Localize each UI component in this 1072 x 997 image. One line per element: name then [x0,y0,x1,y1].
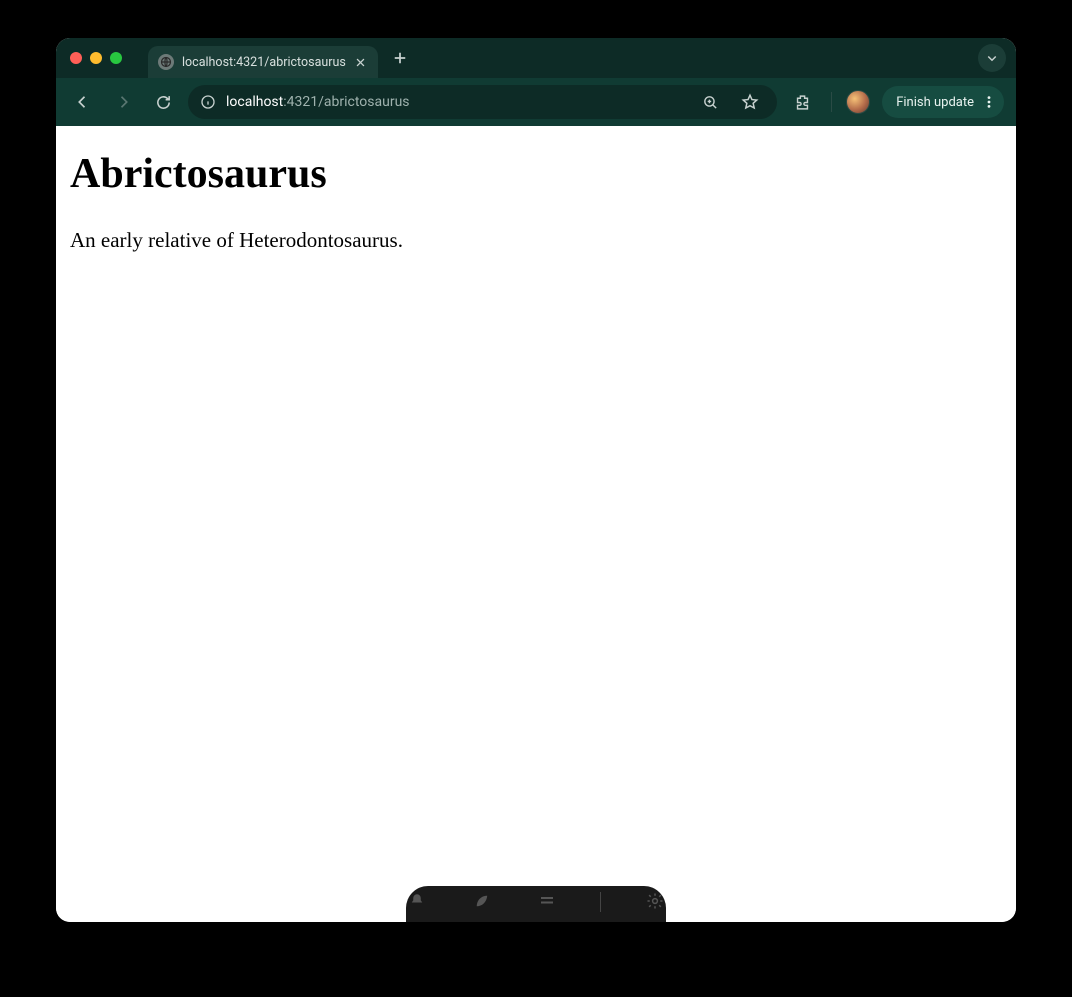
page-paragraph: An early relative of Heterodontosaurus. [70,226,1002,255]
title-bar: localhost:4321/abrictosaurus [56,38,1016,78]
tab-title: localhost:4321/abrictosaurus [182,55,346,70]
browser-window: localhost:4321/abrictosaurus [56,38,1016,922]
url-path: :4321/abrictosaurus [283,94,409,110]
globe-icon [158,54,174,70]
dev-toolbar-divider [600,892,601,912]
dev-toolbar[interactable] [406,886,666,922]
forward-button[interactable] [108,87,138,117]
dev-toolbar-bell-icon[interactable] [406,892,429,910]
back-button[interactable] [68,87,98,117]
kebab-menu-icon [982,95,996,109]
toolbar-right: Finish update [787,86,1004,118]
window-controls [70,52,122,64]
new-tab-button[interactable] [386,44,414,72]
finish-update-button[interactable]: Finish update [882,86,1004,118]
profile-avatar[interactable] [846,90,870,114]
site-info-icon[interactable] [200,94,216,110]
address-bar[interactable]: localhost:4321/abrictosaurus [188,85,777,119]
minimize-window-button[interactable] [90,52,102,64]
tab-search-dropdown[interactable] [978,44,1006,72]
close-tab-button[interactable] [354,55,368,69]
zoom-icon[interactable] [695,87,725,117]
extensions-icon[interactable] [787,87,817,117]
bookmark-icon[interactable] [735,87,765,117]
dev-toolbar-rocket-icon[interactable] [471,892,494,910]
finish-update-label: Finish update [896,95,974,110]
toolbar-divider [831,92,832,112]
dev-toolbar-lines-icon[interactable] [536,892,559,910]
maximize-window-button[interactable] [110,52,122,64]
dev-toolbar-gear-icon[interactable] [643,892,666,910]
close-window-button[interactable] [70,52,82,64]
reload-button[interactable] [148,87,178,117]
browser-toolbar: localhost:4321/abrictosaurus [56,78,1016,126]
page-content: Abrictosaurus An early relative of Heter… [56,126,1016,922]
page-heading: Abrictosaurus [70,150,1002,198]
browser-tab[interactable]: localhost:4321/abrictosaurus [148,46,378,78]
url-host: localhost [226,94,283,110]
url-text: localhost:4321/abrictosaurus [226,94,685,110]
